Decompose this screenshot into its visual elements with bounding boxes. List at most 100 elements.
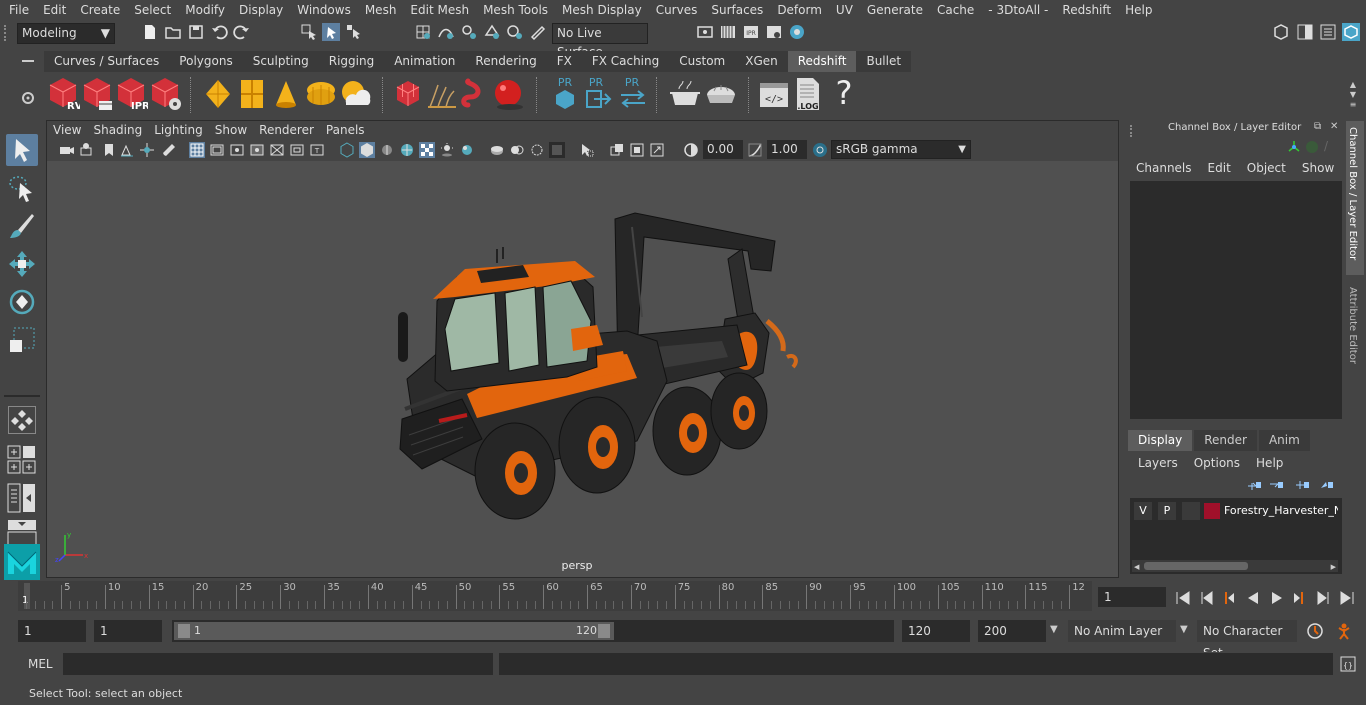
rs-spot-light-icon[interactable] xyxy=(272,77,300,111)
create-layer-icon[interactable] xyxy=(1294,478,1310,492)
shelf-tab-sculpting[interactable]: Sculpting xyxy=(242,51,319,72)
panel-grip[interactable] xyxy=(1130,125,1134,137)
rs-volume-icon[interactable] xyxy=(460,77,492,111)
redo-icon[interactable] xyxy=(233,23,251,41)
select-by-component-icon[interactable] xyxy=(345,23,363,41)
forestry-harvester-model[interactable] xyxy=(347,189,817,524)
end-time-field[interactable]: 200 xyxy=(978,620,1046,642)
bookmark-icon[interactable] xyxy=(101,142,117,158)
xray-joints-icon[interactable] xyxy=(609,142,625,158)
layer-tab-anim[interactable]: Anim xyxy=(1258,430,1310,451)
menu-surfaces[interactable]: Surfaces xyxy=(704,3,770,17)
layer-menu-help[interactable]: Help xyxy=(1256,456,1283,470)
close-icon[interactable]: ✕ xyxy=(1330,121,1338,132)
menu-select[interactable]: Select xyxy=(127,3,178,17)
rs-proxy-icon[interactable] xyxy=(394,77,422,111)
gate-mask-icon[interactable] xyxy=(249,142,265,158)
attribute-panel-icon[interactable] xyxy=(1319,23,1337,41)
float-panel-icon[interactable]: ⧉ xyxy=(1314,121,1321,132)
rs-area-light-icon[interactable] xyxy=(238,77,266,111)
xray-active-icon[interactable] xyxy=(629,142,645,158)
snap-grid-icon[interactable] xyxy=(414,23,432,41)
menu-mesh[interactable]: Mesh xyxy=(358,3,404,17)
pr-proxy-import-icon[interactable]: PR xyxy=(584,75,612,113)
current-frame-field[interactable]: 1 xyxy=(1098,587,1166,607)
object-transform-icon[interactable] xyxy=(1286,139,1302,155)
viewport-menu-renderer[interactable]: Renderer xyxy=(253,123,320,137)
menu-redshift[interactable]: Redshift xyxy=(1055,3,1118,17)
menu-create[interactable]: Create xyxy=(73,3,127,17)
ambient-occlusion-icon[interactable] xyxy=(459,142,475,158)
menu-mesh-tools[interactable]: Mesh Tools xyxy=(476,3,555,17)
log-file-icon[interactable]: .LOG xyxy=(792,75,824,113)
color-management-icon[interactable] xyxy=(811,141,829,159)
shelf-tab-bullet[interactable]: Bullet xyxy=(856,51,912,72)
save-scene-icon[interactable] xyxy=(187,23,205,41)
go-to-end-icon[interactable] xyxy=(1338,589,1356,607)
menu-curves[interactable]: Curves xyxy=(649,3,705,17)
shelf-menu-down-icon[interactable]: ≡ xyxy=(1346,100,1360,110)
command-input[interactable] xyxy=(63,653,493,675)
rs-hair-icon[interactable] xyxy=(426,77,458,111)
menu-file[interactable]: File xyxy=(0,3,36,17)
pr-proxy-export-icon[interactable]: PR xyxy=(552,75,578,113)
shelf-tab-custom[interactable]: Custom xyxy=(669,51,736,72)
live-surface-field[interactable]: No Live Surface xyxy=(552,23,648,59)
scroll-right-icon[interactable]: ▶ xyxy=(1331,563,1336,571)
exposure-field[interactable]: 0.00 xyxy=(703,140,743,159)
anim-layer-dropdown[interactable]: No Anim Layer xyxy=(1068,620,1176,642)
rs-light-panel-icon[interactable] xyxy=(202,77,234,111)
move-layer-down-icon[interactable] xyxy=(1268,478,1284,492)
range-end-handle[interactable] xyxy=(598,624,610,638)
camera-attributes-icon[interactable] xyxy=(80,142,96,158)
gear-icon[interactable] xyxy=(20,90,36,106)
time-slider[interactable]: 1 51015202530354045505560657075808590951… xyxy=(18,581,1092,611)
snap-live-icon[interactable] xyxy=(506,23,524,41)
step-back-key-icon[interactable] xyxy=(1198,589,1216,607)
layer-row[interactable]: VP Forestry_Harvester_New xyxy=(1132,502,1338,520)
render-frame-icon[interactable] xyxy=(719,23,737,41)
rs-ipr-icon[interactable]: IPR xyxy=(114,75,148,113)
channel-menu-channels[interactable]: Channels xyxy=(1136,161,1192,175)
camera-select-icon[interactable] xyxy=(59,142,75,158)
mode-dropdown[interactable]: Modeling ▼ xyxy=(17,23,115,44)
new-scene-icon[interactable] xyxy=(141,23,159,41)
chevron-down-icon[interactable]: ▼ xyxy=(1180,624,1188,635)
scroll-left-icon[interactable]: ◀ xyxy=(1134,563,1139,571)
menu-3dtoall[interactable]: - 3DtoAll - xyxy=(981,3,1055,17)
rs-render-settings-icon[interactable] xyxy=(148,75,182,113)
rs-material-ball-icon[interactable] xyxy=(492,77,526,111)
select-by-hierarchy-icon[interactable] xyxy=(300,23,318,41)
default-lighting-icon[interactable] xyxy=(379,142,395,158)
select-by-object-icon[interactable] xyxy=(322,23,340,41)
range-slider[interactable]: 1 120 xyxy=(172,620,894,642)
grid-toggle-icon[interactable] xyxy=(189,142,205,158)
menu-generate[interactable]: Generate xyxy=(860,3,930,17)
depth-of-field-icon[interactable] xyxy=(529,142,545,158)
shelf-tab-animation[interactable]: Animation xyxy=(384,51,466,72)
toggle-panels-icon[interactable] xyxy=(1296,23,1314,41)
character-set-dropdown[interactable]: No Character Set xyxy=(1197,620,1297,660)
layer-tab-render[interactable]: Render xyxy=(1194,430,1257,451)
rs-dome-light-icon[interactable] xyxy=(304,77,338,111)
chevron-down-icon[interactable]: ▼ xyxy=(1050,624,1058,635)
menu-display[interactable]: Display xyxy=(232,3,290,17)
viewport-menu-panels[interactable]: Panels xyxy=(320,123,371,137)
layer-playback-toggle[interactable]: P xyxy=(1158,502,1176,520)
menu-mesh-display[interactable]: Mesh Display xyxy=(555,3,649,17)
shelf-tab-redshift[interactable]: Redshift xyxy=(787,51,857,72)
paint-select-tool[interactable] xyxy=(6,210,38,242)
exposure-icon[interactable] xyxy=(683,142,699,158)
range-slider-bar[interactable] xyxy=(174,622,614,640)
step-forward-frame-icon[interactable] xyxy=(1290,589,1308,607)
select-tool[interactable] xyxy=(6,134,38,166)
move-layer-up-icon[interactable] xyxy=(1246,478,1262,492)
image-plane-icon[interactable] xyxy=(119,142,135,158)
move-tool[interactable] xyxy=(6,248,38,280)
anti-aliasing-icon[interactable] xyxy=(509,142,525,158)
shelf-tab-fx[interactable]: FX xyxy=(546,51,582,72)
menu-edit-mesh[interactable]: Edit Mesh xyxy=(403,3,476,17)
viewport-menu-view[interactable]: View xyxy=(47,123,87,137)
layer-hscrollbar[interactable]: ◀ ▶ xyxy=(1132,560,1338,572)
help-question-icon[interactable]: ? xyxy=(830,73,858,113)
